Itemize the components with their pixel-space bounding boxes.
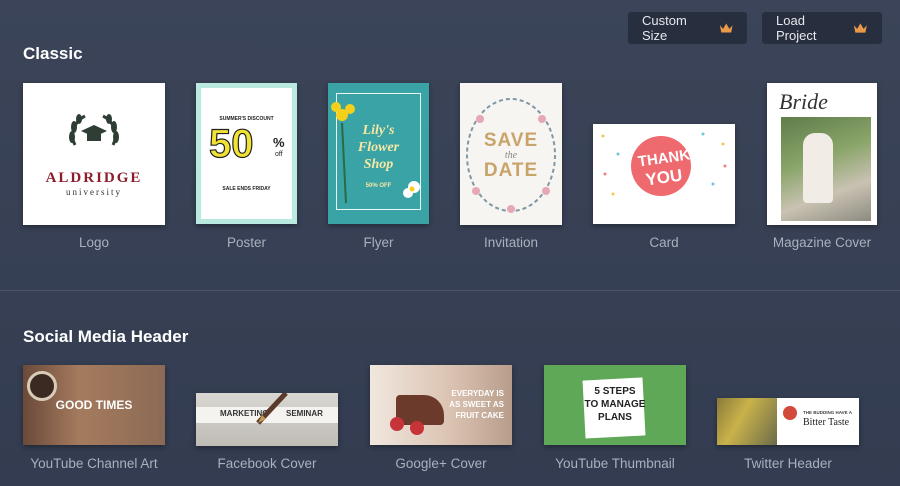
load-project-label: Load Project [776, 13, 817, 43]
thumbnail-facebook-cover: MARKETING SEMINAR [196, 393, 338, 446]
poster-inner: SUMMER'S DISCOUNT 50 % off SALE ENDS FRI… [201, 88, 292, 219]
strawberry [390, 417, 404, 431]
thumbnail-card: THANK YOU [593, 124, 735, 224]
gplus-line-1: EVERYDAY IS [451, 389, 504, 398]
section-title-social-media-header: Social Media Header [23, 327, 189, 346]
poster-percent: % [273, 135, 285, 150]
pen-icon [256, 393, 288, 425]
section-title-classic: Classic [23, 44, 83, 63]
flyer-title-2: Flower [357, 140, 400, 155]
yt-thumb-line-1: 5 STEPS [594, 386, 636, 397]
thumbnail-twitter-header: THE BUDDING HAVE A Bitter Taste [717, 398, 859, 445]
thumbnail-poster: SUMMER'S DISCOUNT 50 % off SALE ENDS FRI… [196, 83, 297, 224]
thumbnail-google-plus-cover: EVERYDAY IS AS SWEET AS FRUIT CAKE [370, 365, 512, 445]
flyer-promo: 50% OFF [365, 183, 392, 189]
label-card: Card [649, 235, 679, 250]
gplus-line-3: FRUIT CAKE [455, 411, 504, 420]
thumbnail-logo: ALDRIDGE university [23, 83, 165, 225]
logo-brand-text: ALDRIDGE [45, 170, 143, 186]
flyer-title-1: Lily's [362, 123, 395, 138]
gplus-line-2: AS SWEET AS [449, 400, 504, 409]
thumbnail-magazine-cover: Bride [767, 83, 877, 225]
yt-thumb-line-2: TO MANAGE [584, 399, 646, 410]
strawberry [410, 421, 424, 435]
invitation-line-1: SAVE [483, 130, 539, 151]
twitter-line-1: THE BUDDING HAVE A [803, 410, 853, 415]
section-divider [0, 290, 900, 291]
label-invitation: Invitation [483, 235, 539, 250]
poster-off: off [275, 151, 283, 158]
laurel-icon [69, 114, 119, 146]
twitter-line-2: Bitter Taste [803, 417, 850, 428]
label-flyer: Flyer [363, 235, 394, 250]
logo-sub-text: university [66, 187, 122, 197]
crown-icon [854, 23, 868, 33]
crown-icon [719, 23, 733, 33]
load-project-button[interactable]: Load Project [762, 12, 882, 44]
magazine-title: Bride [779, 89, 828, 114]
yt-thumb-line-3: PLANS [598, 412, 632, 423]
magazine-dress [803, 133, 833, 203]
label-poster: Poster [226, 235, 267, 250]
twitter-photo [717, 398, 777, 445]
yt-art-text: GOOD TIMES [55, 398, 133, 412]
label-youtube-channel-art: YouTube Channel Art [30, 456, 158, 471]
thumbnail-invitation: SAVE the DATE [460, 83, 562, 225]
label-facebook-cover: Facebook Cover [217, 456, 317, 471]
label-logo: Logo [78, 235, 110, 250]
invitation-line-3: DATE [483, 160, 539, 181]
label-youtube-thumbnail: YouTube Thumbnail [555, 456, 675, 471]
custom-size-label: Custom Size [642, 13, 687, 43]
label-magazine-cover: Magazine Cover [772, 235, 872, 250]
flyer-title-3: Shop [363, 157, 394, 172]
poster-big-number: 50 [208, 121, 254, 166]
label-google-plus-cover: Google+ Cover [395, 456, 487, 471]
thumbnail-youtube-thumbnail: 5 STEPS TO MANAGE PLANS [544, 365, 686, 445]
label-twitter-header: Twitter Header [744, 456, 832, 471]
thumbnail-flyer: Lily's Flower Shop 50% OFF [328, 83, 429, 224]
poster-footer: SALE ENDS FRIDAY [222, 186, 271, 192]
thumbnail-youtube-channel-art: GOOD TIMES [23, 365, 165, 445]
yt-art-mug [27, 371, 57, 401]
custom-size-button[interactable]: Custom Size [628, 12, 747, 44]
twitter-flower [783, 406, 797, 420]
